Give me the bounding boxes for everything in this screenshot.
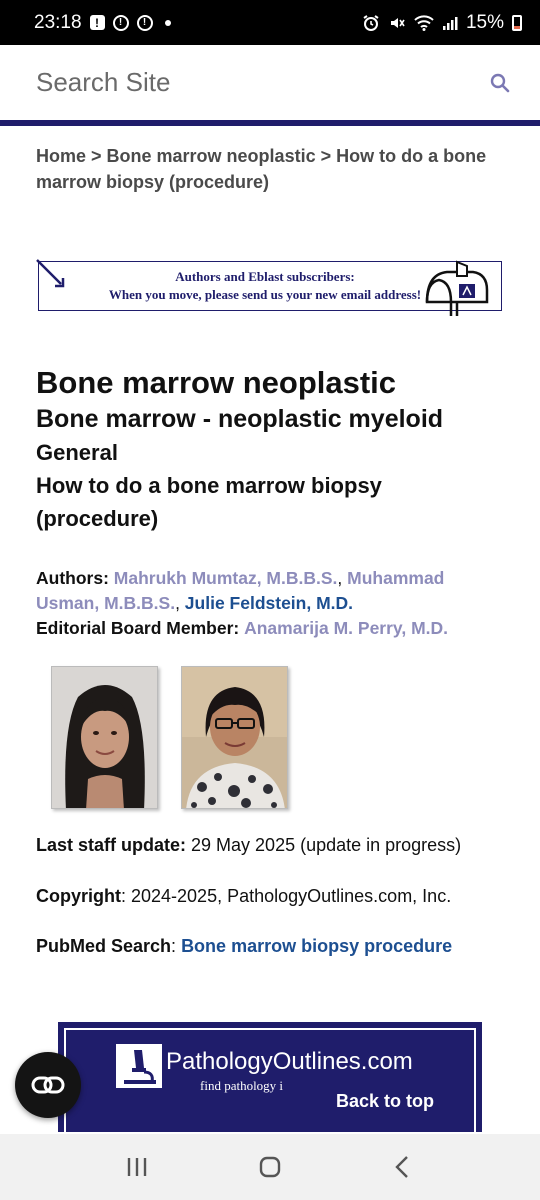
link-icon	[31, 1076, 65, 1094]
topic-headings: Bone marrow neoplastic Bone marrow - neo…	[36, 364, 506, 535]
home-icon	[259, 1156, 281, 1178]
pubmed-search-link[interactable]: Bone marrow biopsy procedure	[181, 936, 452, 956]
alert-circle-icon: !	[136, 14, 153, 31]
header-divider	[0, 120, 540, 126]
signal-icon	[442, 15, 458, 31]
editor-line: Editorial Board Member: Anamarija M. Per…	[36, 616, 506, 641]
system-nav-bar	[0, 1134, 540, 1200]
editor-label: Editorial Board Member:	[36, 618, 240, 638]
breadcrumb-separator: >	[315, 146, 337, 166]
comma: ,	[175, 593, 185, 613]
status-right: 15%	[362, 12, 522, 34]
battery-percent: 15%	[465, 11, 504, 33]
authors-label: Authors:	[36, 568, 109, 588]
recent-apps-button[interactable]	[107, 1142, 167, 1192]
search-icon[interactable]	[486, 69, 514, 97]
back-to-top-button[interactable]: Back to top	[303, 1071, 467, 1131]
email-update-banner[interactable]: Authors and Eblast subscribers: When you…	[36, 259, 502, 316]
recent-apps-icon	[127, 1158, 146, 1176]
alert-box-icon: !	[89, 15, 105, 30]
author-link[interactable]: Julie Feldstein, M.D.	[185, 593, 353, 613]
section-title: General	[36, 440, 118, 465]
copyright-label: Copyright	[36, 886, 121, 906]
banner-line-1: Authors and Eblast subscribers:	[175, 269, 355, 284]
link-fab-button[interactable]	[15, 1052, 81, 1118]
banner-text: Authors and Eblast subscribers: When you…	[109, 268, 421, 304]
pubmed-separator: :	[171, 936, 182, 956]
wifi-icon	[414, 14, 434, 31]
arrow-icon	[36, 259, 65, 288]
breadcrumb: Home > Bone marrow neoplastic > How to d…	[36, 143, 506, 195]
authors-line: Authors: Mahrukh Mumtaz, M.B.B.S., Muham…	[36, 566, 506, 616]
author-photo[interactable]	[51, 666, 158, 809]
ad-tagline: find pathology i	[200, 1078, 284, 1093]
topic-title: How to do a bone marrow biopsy (procedur…	[36, 473, 382, 531]
copyright-line: Copyright: 2024-2025, PathologyOutlines.…	[36, 886, 451, 907]
last-update-line: Last staff update: 29 May 2025 (update i…	[36, 835, 461, 856]
battery-icon	[512, 14, 522, 31]
microscope-logo-icon	[116, 1044, 162, 1088]
mailbox-icon	[425, 260, 489, 316]
status-left: 23:18 ! ! !	[34, 12, 171, 34]
status-time: 23:18	[34, 11, 82, 33]
subchapter-title: Bone marrow - neoplastic myeloid	[36, 405, 444, 433]
mute-icon	[388, 14, 406, 32]
last-update-value: 29 May 2025 (update in progress)	[186, 835, 462, 855]
last-update-label: Last staff update:	[36, 835, 187, 855]
dot-icon	[164, 19, 171, 26]
copyright-value: : 2024-2025, PathologyOutlines.com, Inc.	[121, 886, 452, 906]
author-link[interactable]: Mahrukh Mumtaz, M.B.B.S.	[114, 568, 338, 588]
back-button[interactable]	[373, 1142, 433, 1192]
breadcrumb-section[interactable]: Bone marrow neoplastic	[107, 146, 316, 166]
pubmed-line: PubMed Search: Bone marrow biopsy proced…	[36, 936, 452, 957]
chapter-title: Bone marrow neoplastic	[36, 365, 397, 400]
home-button[interactable]	[240, 1142, 300, 1192]
status-bar: 23:18 ! ! ! 15%	[0, 0, 540, 45]
banner-line-2: When you move, please send us your new e…	[108, 287, 422, 302]
back-chevron-icon	[395, 1156, 409, 1178]
authors-block: Authors: Mahrukh Mumtaz, M.B.B.S., Muham…	[36, 566, 506, 641]
author-photo[interactable]	[181, 666, 288, 809]
comma: ,	[337, 568, 348, 588]
search-bar	[0, 45, 540, 120]
alert-circle-icon: !	[112, 14, 129, 31]
breadcrumb-home[interactable]: Home	[36, 146, 86, 166]
pubmed-label: PubMed Search	[36, 936, 172, 956]
editor-link[interactable]: Anamarija M. Perry, M.D.	[244, 618, 448, 638]
search-input[interactable]	[36, 67, 456, 98]
breadcrumb-separator: >	[86, 146, 107, 166]
alarm-icon	[362, 14, 380, 32]
